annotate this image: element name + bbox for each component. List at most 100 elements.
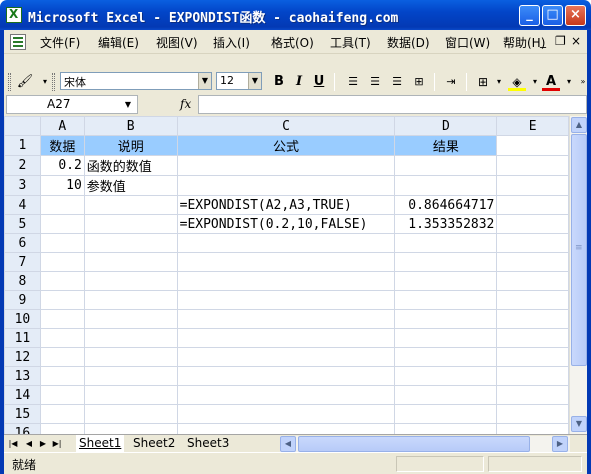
cell-a8[interactable] — [39, 271, 85, 291]
cell-a12[interactable] — [39, 347, 85, 367]
cell-b8[interactable] — [83, 271, 178, 291]
cell-a4[interactable] — [39, 195, 85, 215]
row-header[interactable]: 11 — [4, 328, 41, 348]
row-header[interactable]: 4 — [4, 195, 41, 215]
cell-d4[interactable]: 0.864664717 — [394, 195, 498, 215]
cell-e14[interactable] — [496, 385, 569, 405]
cell-c7[interactable] — [176, 252, 396, 272]
align-center-icon[interactable]: ☰ — [366, 73, 384, 91]
next-sheet-icon[interactable]: ▶ — [38, 437, 48, 450]
cell-c6[interactable] — [176, 233, 396, 253]
cell-d2[interactable] — [394, 155, 498, 176]
insert-function-icon[interactable]: fx — [180, 97, 191, 111]
cell-a6[interactable] — [39, 233, 85, 253]
menu-view[interactable]: 视图(V) — [156, 34, 198, 51]
cell-b1[interactable]: 说明 — [83, 135, 178, 156]
cell-d1[interactable]: 结果 — [394, 135, 498, 156]
cell-c12[interactable] — [176, 347, 396, 367]
doc-minimize-button[interactable]: _ — [540, 34, 546, 48]
workbook-icon[interactable] — [10, 34, 26, 50]
row-header[interactable]: 2 — [4, 155, 41, 176]
cell-b10[interactable] — [83, 309, 178, 329]
row-header[interactable]: 12 — [4, 347, 41, 367]
cell-d11[interactable] — [394, 328, 498, 348]
horizontal-scrollbar[interactable]: ◀ ▶ — [280, 436, 570, 452]
cell-b11[interactable] — [83, 328, 178, 348]
cell-a3[interactable]: 10 — [39, 175, 85, 196]
cell-b4[interactable] — [83, 195, 178, 215]
cell-e16[interactable] — [496, 423, 569, 434]
cell-c14[interactable] — [176, 385, 396, 405]
cell-e1[interactable] — [496, 135, 569, 156]
column-header-b[interactable]: B — [83, 116, 178, 136]
title-bar[interactable]: Microsoft Excel - EXPONDIST函数 - caohaife… — [0, 0, 591, 30]
cell-b9[interactable] — [83, 290, 178, 310]
cell-e9[interactable] — [496, 290, 569, 310]
cell-d7[interactable] — [394, 252, 498, 272]
cell-a11[interactable] — [39, 328, 85, 348]
cell-e8[interactable] — [496, 271, 569, 291]
cell-e12[interactable] — [496, 347, 569, 367]
prev-sheet-icon[interactable]: ◀ — [24, 437, 34, 450]
row-header[interactable]: 13 — [4, 366, 41, 386]
cell-d6[interactable] — [394, 233, 498, 253]
row-header[interactable]: 10 — [4, 309, 41, 329]
cell-d9[interactable] — [394, 290, 498, 310]
vertical-scroll-thumb[interactable] — [571, 134, 587, 366]
scroll-down-icon[interactable]: ▼ — [571, 416, 587, 432]
row-header[interactable]: 5 — [4, 214, 41, 234]
name-box[interactable]: A27 ▼ — [6, 95, 138, 114]
align-left-icon[interactable]: ☰ — [344, 73, 362, 91]
indent-icon[interactable]: ⇥ — [442, 73, 460, 91]
cell-c8[interactable] — [176, 271, 396, 291]
excel-app-icon[interactable] — [6, 7, 22, 23]
formula-input[interactable] — [198, 95, 587, 114]
chevron-down-icon[interactable]: ▼ — [121, 97, 135, 112]
cell-c11[interactable] — [176, 328, 396, 348]
merge-center-icon[interactable]: ⊞ — [410, 73, 428, 91]
cell-e5[interactable] — [496, 214, 569, 234]
cell-d16[interactable] — [394, 423, 498, 434]
last-sheet-icon[interactable]: ▶| — [52, 437, 62, 450]
cell-b6[interactable] — [83, 233, 178, 253]
cell-d13[interactable] — [394, 366, 498, 386]
row-header[interactable]: 7 — [4, 252, 41, 272]
cell-b7[interactable] — [83, 252, 178, 272]
cell-b16[interactable] — [83, 423, 178, 434]
chevron-down-icon[interactable]: ▼ — [198, 73, 211, 89]
cell-e7[interactable] — [496, 252, 569, 272]
select-all-corner[interactable] — [4, 116, 41, 136]
cell-a5[interactable] — [39, 214, 85, 234]
close-button[interactable]: × — [565, 5, 586, 26]
bold-button[interactable]: B — [270, 73, 288, 91]
cell-d12[interactable] — [394, 347, 498, 367]
format-painter-icon[interactable]: 🖌 — [16, 73, 34, 91]
cell-a9[interactable] — [39, 290, 85, 310]
cell-e10[interactable] — [496, 309, 569, 329]
cell-b14[interactable] — [83, 385, 178, 405]
column-header-d[interactable]: D — [394, 116, 498, 136]
cell-b3[interactable]: 参数值 — [83, 175, 178, 196]
cell-c1[interactable]: 公式 — [176, 135, 396, 156]
cell-c15[interactable] — [176, 404, 396, 424]
cell-e3[interactable] — [496, 175, 569, 196]
tab-sheet1[interactable]: Sheet1 — [76, 435, 125, 452]
cell-a10[interactable] — [39, 309, 85, 329]
cell-b15[interactable] — [83, 404, 178, 424]
cell-e15[interactable] — [496, 404, 569, 424]
row-header[interactable]: 6 — [4, 233, 41, 253]
horizontal-scroll-thumb[interactable] — [298, 436, 530, 452]
cell-a2[interactable]: 0.2 — [39, 155, 85, 176]
cell-d15[interactable] — [394, 404, 498, 424]
cell-e11[interactable] — [496, 328, 569, 348]
cell-a1[interactable]: 数据 — [39, 135, 85, 156]
cell-c4[interactable]: =EXPONDIST(A2,A3,TRUE) — [176, 195, 396, 215]
cell-e13[interactable] — [496, 366, 569, 386]
doc-close-button[interactable]: × — [571, 34, 581, 48]
chevron-down-icon[interactable]: ▼ — [248, 73, 261, 89]
row-header[interactable]: 9 — [4, 290, 41, 310]
cell-c2[interactable] — [176, 155, 396, 176]
column-header-e[interactable]: E — [496, 116, 569, 136]
cell-c3[interactable] — [176, 175, 396, 196]
doc-restore-button[interactable]: ❐ — [555, 34, 566, 48]
